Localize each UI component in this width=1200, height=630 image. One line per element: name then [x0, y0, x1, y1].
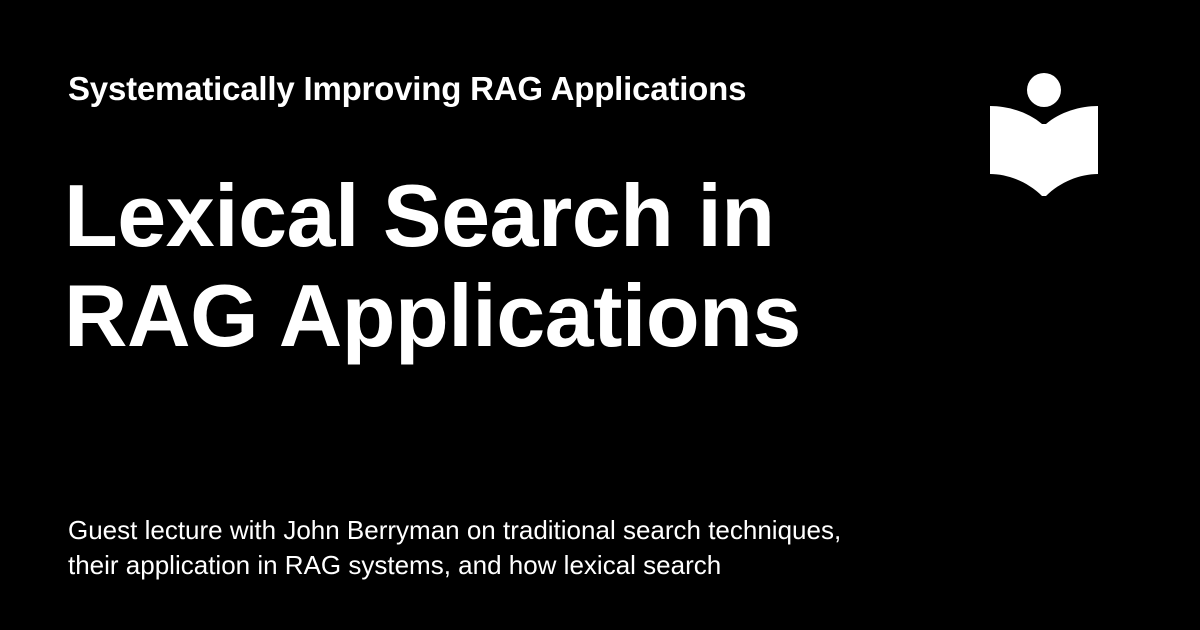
site-name: Systematically Improving RAG Application… — [68, 70, 747, 107]
page-title: Lexical Search in RAG Applications — [64, 166, 924, 366]
social-card: Systematically Improving RAG Application… — [0, 0, 1200, 630]
description-line-2: their application in RAG systems, and ho… — [68, 550, 722, 580]
description: Guest lecture with John Berryman on trad… — [68, 513, 968, 583]
page-title-line-2: RAG Applications — [64, 266, 801, 365]
reading-book-icon — [990, 73, 1098, 196]
description-line-1: Guest lecture with John Berryman on trad… — [68, 515, 842, 545]
page-title-line-1: Lexical Search in — [64, 166, 775, 265]
